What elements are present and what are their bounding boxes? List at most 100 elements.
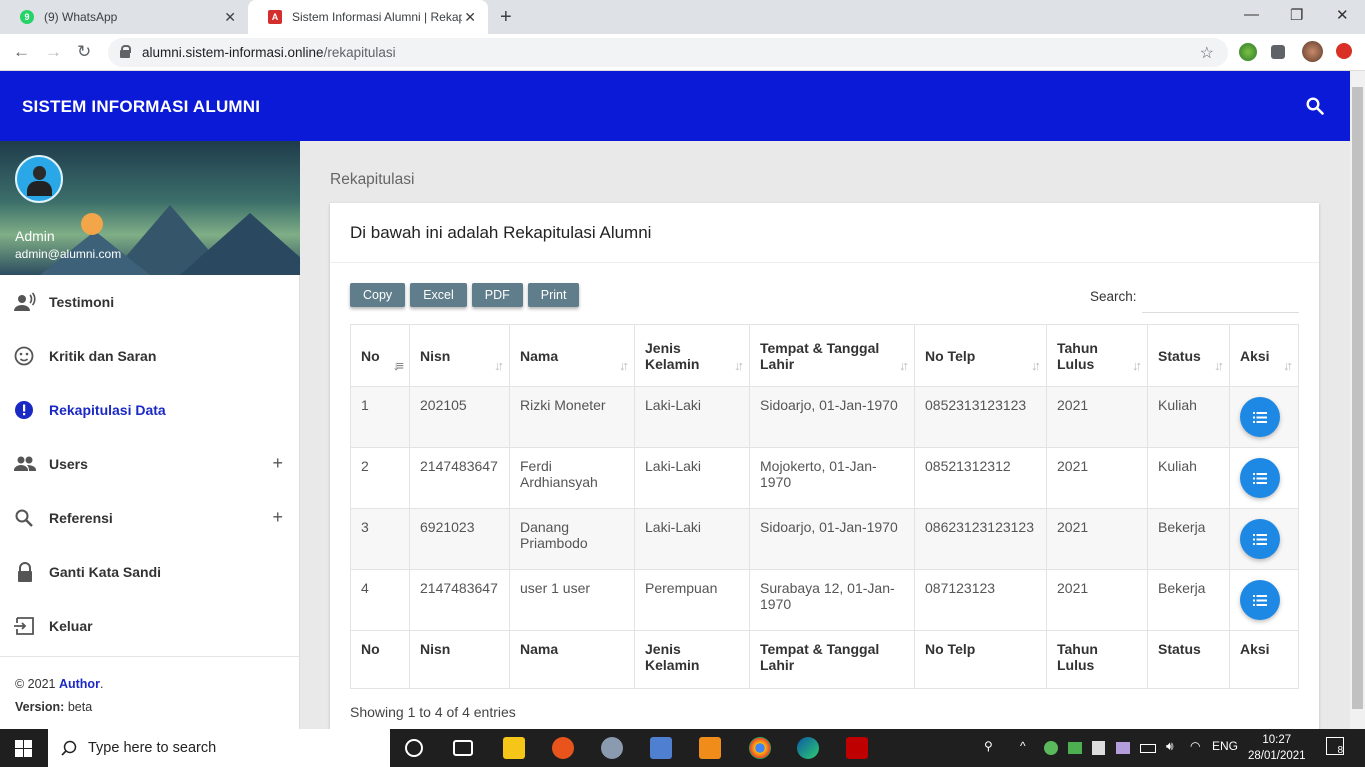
- list-icon: [1253, 594, 1267, 606]
- sort-icon: ↓↑: [1132, 358, 1142, 373]
- app-icon[interactable]: [552, 737, 574, 759]
- sort-icon: ↓↑: [1031, 358, 1041, 373]
- footer-nisn: Nisn: [409, 630, 510, 689]
- wifi-icon[interactable]: ◠: [1190, 739, 1200, 753]
- sidebar-item-testimoni[interactable]: Testimoni: [0, 275, 299, 329]
- settings-gear-icon[interactable]: [601, 737, 623, 759]
- column-header-nama[interactable]: Nama ↓↑: [509, 324, 635, 387]
- expand-plus-icon[interactable]: +: [272, 453, 283, 474]
- shield-icon[interactable]: [1092, 741, 1105, 755]
- table-info: Showing 1 to 4 of 4 entries: [350, 704, 516, 720]
- sidebar-item-kritik-saran[interactable]: Kritik dan Saran: [0, 329, 299, 383]
- people-tray-icon[interactable]: ⚲: [984, 739, 993, 753]
- new-tab-icon[interactable]: +: [500, 6, 512, 29]
- sidebar-item-rekapitulasi-data[interactable]: Rekapitulasi Data: [0, 383, 299, 437]
- tab-whatsapp[interactable]: 9 (9) WhatsApp ✕: [0, 0, 248, 34]
- url-field[interactable]: alumni.sistem-informasi.online/rekapitul…: [108, 38, 1228, 67]
- page-scrollbar[interactable]: [1350, 71, 1365, 729]
- detail-button[interactable]: [1240, 580, 1280, 620]
- print-button[interactable]: Print: [527, 283, 580, 307]
- tab-rekapitulasi[interactable]: A Sistem Informasi Alumni | Rekapitulasi…: [248, 0, 488, 34]
- excel-button[interactable]: Excel: [410, 283, 467, 307]
- close-tab-icon[interactable]: ✕: [224, 9, 236, 26]
- pdf-button[interactable]: PDF: [471, 283, 523, 307]
- filezilla-icon[interactable]: [846, 737, 868, 759]
- sidebar-item-users[interactable]: Users +: [0, 437, 299, 491]
- column-header-aksi[interactable]: Aksi ↓↑: [1229, 324, 1299, 387]
- tray-app-icon[interactable]: [1044, 741, 1058, 755]
- cell-no: 2: [350, 447, 410, 509]
- cell-aksi: [1229, 386, 1299, 448]
- column-header-no[interactable]: No ↓≡: [350, 324, 410, 387]
- clock[interactable]: 10:27 28/01/2021: [1248, 732, 1306, 764]
- extension-globe-icon[interactable]: [1239, 43, 1257, 61]
- network-app-icon[interactable]: [650, 737, 672, 759]
- sidebar-item-referensi[interactable]: Referensi +: [0, 491, 299, 545]
- expand-plus-icon[interactable]: +: [272, 507, 283, 528]
- sidebar-item-keluar[interactable]: Keluar: [0, 599, 299, 653]
- scrollbar-thumb[interactable]: [1352, 87, 1363, 709]
- sublime-text-icon[interactable]: [699, 737, 721, 759]
- restore-icon[interactable]: ❐: [1290, 6, 1303, 24]
- search-icon[interactable]: [1306, 97, 1324, 115]
- author-link[interactable]: Author: [59, 677, 100, 691]
- profile-avatar[interactable]: [1302, 41, 1323, 62]
- avatar[interactable]: [15, 155, 63, 203]
- bookmark-star-icon[interactable]: ☆: [1200, 43, 1214, 63]
- cell-status: Bekerja: [1147, 508, 1230, 570]
- column-label: Aksi: [1240, 347, 1270, 364]
- sidebar-item-label: Kritik dan Saran: [49, 348, 157, 364]
- cell-no-telp: 087123123: [914, 569, 1047, 631]
- close-window-icon[interactable]: ✕: [1336, 6, 1349, 24]
- sort-icon: ↓↑: [494, 358, 504, 373]
- column-header-no-telp[interactable]: No Telp ↓↑: [914, 324, 1047, 387]
- tray-app-icon[interactable]: [1068, 742, 1082, 754]
- cell-jenis-kelamin: Laki-Laki: [634, 508, 750, 570]
- update-icon[interactable]: [1336, 43, 1352, 59]
- language-indicator[interactable]: ENG: [1212, 739, 1238, 753]
- sort-icon: ↓↑: [1283, 358, 1293, 373]
- site-favicon-icon: A: [268, 10, 282, 24]
- detail-button[interactable]: [1240, 519, 1280, 559]
- pen-icon[interactable]: [1116, 742, 1130, 754]
- column-label: Tahun Lulus: [1057, 339, 1098, 372]
- chevron-up-icon[interactable]: ^: [1020, 739, 1026, 753]
- detail-button[interactable]: [1240, 397, 1280, 437]
- app-brand[interactable]: SISTEM INFORMASI ALUMNI: [22, 97, 260, 117]
- file-explorer-icon[interactable]: [503, 737, 525, 759]
- search-input[interactable]: [1142, 281, 1299, 313]
- volume-icon[interactable]: 🔊︎: [1166, 739, 1174, 754]
- cortana-icon[interactable]: [405, 739, 423, 757]
- smiley-icon: [14, 346, 34, 366]
- battery-icon[interactable]: [1140, 744, 1156, 753]
- edge-icon[interactable]: [797, 737, 819, 759]
- minimize-icon[interactable]: —: [1244, 6, 1259, 23]
- reload-icon[interactable]: ↻: [77, 42, 91, 62]
- extensions-puzzle-icon[interactable]: [1271, 45, 1285, 59]
- cell-nama: Rizki Moneter: [509, 386, 635, 448]
- windows-start-icon[interactable]: [15, 740, 32, 757]
- sidebar-item-ganti-kata-sandi[interactable]: Ganti Kata Sandi: [0, 545, 299, 599]
- column-header-nisn[interactable]: Nisn ↓↑: [409, 324, 510, 387]
- column-header-jenis-kelamin[interactable]: Jenis Kelamin ↓↑: [634, 324, 750, 387]
- alumni-table: No ↓≡ Nisn ↓↑ Nama ↓↑ Jenis Kelamin ↓↑ Tempa…: [350, 324, 1299, 689]
- copy-button[interactable]: Copy: [350, 283, 406, 307]
- taskbar-search-box[interactable]: Type here to search: [48, 729, 390, 767]
- cell-jenis-kelamin: Laki-Laki: [634, 386, 750, 448]
- copyright-text: © 2021: [15, 677, 59, 691]
- column-header-status[interactable]: Status ↓↑: [1147, 324, 1230, 387]
- chrome-icon[interactable]: [749, 737, 771, 759]
- column-header-ttl[interactable]: Tempat & Tanggal Lahir ↓↑: [749, 324, 915, 387]
- forward-icon[interactable]: →: [45, 42, 62, 62]
- table-row: 1 202105 Rizki Moneter Laki-Laki Sidoarj…: [350, 386, 1299, 448]
- close-tab-icon[interactable]: ✕: [464, 9, 476, 26]
- task-view-icon[interactable]: [453, 740, 473, 756]
- detail-button[interactable]: [1240, 458, 1280, 498]
- cell-status: Kuliah: [1147, 447, 1230, 509]
- column-label: Status: [1158, 347, 1201, 364]
- cell-nisn: 202105: [409, 386, 510, 448]
- column-header-tahun-lulus[interactable]: Tahun Lulus ↓↑: [1046, 324, 1148, 387]
- back-icon[interactable]: ←: [13, 42, 30, 62]
- notification-center-icon[interactable]: 8: [1326, 737, 1344, 756]
- footer-jenis-kelamin: Jenis Kelamin: [634, 630, 750, 689]
